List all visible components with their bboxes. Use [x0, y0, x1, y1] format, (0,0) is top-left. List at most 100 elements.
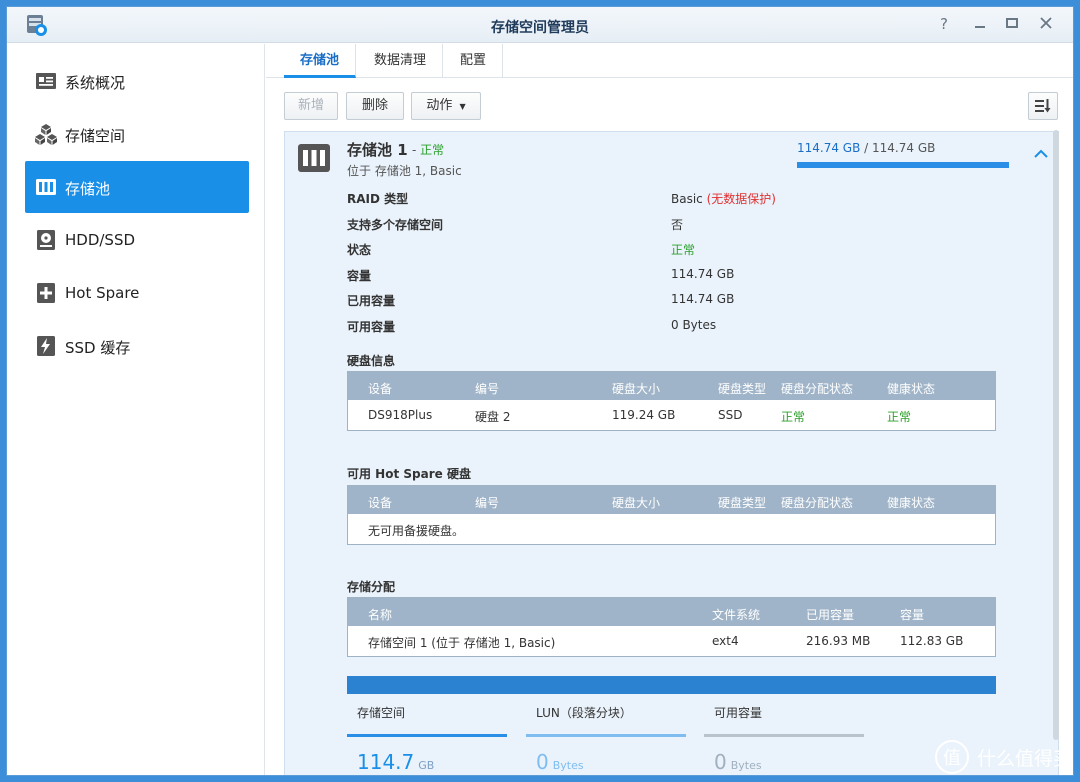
allocation-usage-bar — [347, 676, 996, 694]
minimize-icon[interactable] — [969, 13, 991, 35]
col-type[interactable]: 硬盘类型 — [718, 494, 766, 511]
sidebar-item-label: 存储空间 — [65, 127, 126, 145]
cell-filesystem: ext4 — [712, 634, 739, 648]
prop-key-status: 状态 — [347, 243, 372, 257]
sort-icon — [1035, 99, 1051, 113]
storage-manager-window: 存储空间管理员 ? 系统概况 存储空间 存储池 HDD/SSD Hot Spar… — [6, 6, 1074, 776]
ssd-cache-bolt-icon — [37, 336, 55, 356]
sidebar-item-label: SSD 缓存 — [65, 339, 131, 357]
legend-volume: 存储空间 114.7 GB — [347, 704, 507, 774]
table-header: 设备 编号 硬盘大小 硬盘类型 硬盘分配状态 健康状态 — [348, 486, 995, 514]
col-allocation[interactable]: 硬盘分配状态 — [781, 494, 853, 511]
prop-value-used-capacity: 114.74 GB — [671, 292, 735, 306]
table-row[interactable]: 存储空间 1 (位于 存储池 1, Basic) ext4 216.93 MB … — [348, 626, 995, 656]
pool-capacity-bar — [797, 162, 1009, 168]
sidebar-item-label: 存储池 — [65, 180, 111, 198]
caret-down-icon: ▼ — [459, 102, 466, 111]
vertical-scrollbar[interactable] — [1053, 130, 1059, 740]
pool-used-capacity: 114.74 GB — [797, 141, 861, 155]
maximize-icon[interactable] — [1001, 13, 1023, 35]
action-label: 动作 — [426, 98, 453, 113]
col-size[interactable]: 硬盘大小 — [612, 494, 660, 511]
sidebar-item-volume[interactable]: 存储空间 — [25, 108, 249, 160]
raid-type-value: Basic — [671, 192, 703, 206]
col-name[interactable]: 名称 — [368, 606, 392, 623]
cell-size: 119.24 GB — [612, 408, 676, 422]
sidebar-item-hdd-ssd[interactable]: HDD/SSD — [25, 214, 249, 266]
col-capacity[interactable]: 容量 — [900, 606, 924, 623]
prop-key-available-capacity: 可用容量 — [347, 320, 396, 334]
col-device[interactable]: 设备 — [368, 380, 392, 397]
new-button[interactable]: 新增 — [284, 92, 338, 120]
help-icon[interactable]: ? — [933, 13, 955, 35]
pool-capacity-summary: 114.74 GB / 114.74 GB — [797, 141, 935, 155]
watermark-text: 什么值得买 — [976, 747, 1072, 770]
pool-location: 位于 存储池 1, Basic — [347, 164, 462, 178]
pool-name: 存储池 1 — [347, 141, 408, 159]
disk-info-title: 硬盘信息 — [347, 354, 396, 368]
legend-label: 可用容量 — [714, 706, 763, 720]
main-content: 存储池 数据清理 配置 新增 删除 动作 ▼ 存储池 1 - 正常 位于 存储池… — [266, 44, 1073, 775]
legend-unit: GB — [418, 759, 435, 772]
legend-label: 存储空间 — [357, 706, 406, 720]
col-device[interactable]: 设备 — [368, 494, 392, 511]
hot-spare-plus-icon — [37, 283, 55, 303]
capacity-separator: / — [860, 141, 873, 155]
col-health[interactable]: 健康状态 — [887, 494, 935, 511]
col-number[interactable]: 编号 — [475, 380, 499, 397]
allocation-title: 存储分配 — [347, 580, 396, 594]
pool-status: - 正常 — [412, 141, 444, 158]
cell-name: 存储空间 1 (位于 存储池 1, Basic) — [368, 636, 556, 650]
tab-storage-pool[interactable]: 存储池 — [284, 44, 357, 78]
delete-button[interactable]: 删除 — [346, 92, 404, 120]
chevron-up-icon[interactable] — [1031, 146, 1051, 162]
col-size[interactable]: 硬盘大小 — [612, 380, 660, 397]
cell-used: 216.93 MB — [806, 634, 871, 648]
pool-total-capacity: 114.74 GB — [872, 141, 936, 155]
table-row[interactable]: DS918Plus 硬盘 2 119.24 GB SSD 正常 正常 — [348, 400, 995, 430]
sidebar-item-hot-spare[interactable]: Hot Spare — [25, 267, 249, 319]
watermark-logo: 值 — [934, 740, 969, 774]
storage-pool-icon — [298, 144, 330, 172]
action-dropdown-button[interactable]: 动作 ▼ — [411, 92, 481, 120]
close-icon[interactable] — [1035, 13, 1057, 35]
sidebar-item-overview[interactable]: 系统概况 — [25, 55, 249, 107]
pool-status-separator: - — [412, 143, 421, 157]
table-header: 设备 编号 硬盘大小 硬盘类型 硬盘分配状态 健康状态 — [348, 372, 995, 400]
prop-key-capacity: 容量 — [347, 269, 372, 283]
window-title: 存储空间管理员 — [491, 20, 589, 36]
col-number[interactable]: 编号 — [475, 494, 499, 511]
table-header: 名称 文件系统 已用容量 容量 — [348, 598, 995, 626]
cell-type: SSD — [718, 408, 743, 422]
sidebar-item-storage-pool[interactable]: 存储池 — [25, 161, 249, 213]
raid-type-note: (无数据保护) — [706, 192, 776, 206]
sidebar-item-ssd-cache[interactable]: SSD 缓存 — [25, 320, 249, 372]
legend-label: LUN（段落分块） — [536, 706, 632, 720]
legend-value-row: 114.7 GB — [347, 737, 507, 774]
overview-icon — [36, 73, 56, 89]
tab-data-scrubbing[interactable]: 数据清理 — [358, 44, 444, 78]
sidebar-item-label: Hot Spare — [65, 284, 140, 302]
prop-key-raid-type: RAID 类型 — [347, 192, 409, 206]
sidebar: 系统概况 存储空间 存储池 HDD/SSD Hot Spare SSD 缓存 — [7, 44, 265, 775]
sort-list-button[interactable] — [1028, 92, 1058, 120]
legend-lun: LUN（段落分块） 0 Bytes — [526, 704, 686, 774]
tab-settings[interactable]: 配置 — [444, 44, 504, 78]
legend-value-row: 0 Bytes — [704, 737, 864, 774]
col-type[interactable]: 硬盘类型 — [718, 380, 766, 397]
disk-icon — [37, 230, 55, 250]
cell-device: DS918Plus — [368, 408, 433, 422]
col-allocation[interactable]: 硬盘分配状态 — [781, 380, 853, 397]
col-used[interactable]: 已用容量 — [806, 606, 854, 623]
storage-pool-icon — [36, 179, 56, 195]
watermark: 值 什么值得买 — [934, 740, 1072, 774]
storage-pool-panel: 存储池 1 - 正常 位于 存储池 1, Basic 114.74 GB / 1… — [284, 131, 1059, 775]
disk-info-table: 设备 编号 硬盘大小 硬盘类型 硬盘分配状态 健康状态 DS918Plus 硬盘… — [347, 371, 996, 431]
sidebar-item-label: HDD/SSD — [65, 231, 136, 249]
col-filesystem[interactable]: 文件系统 — [712, 606, 760, 623]
col-health[interactable]: 健康状态 — [887, 380, 935, 397]
sidebar-item-label: 系统概况 — [65, 74, 126, 92]
prop-value-multi-volume: 否 — [671, 218, 684, 232]
hot-spare-table: 设备 编号 硬盘大小 硬盘类型 硬盘分配状态 健康状态 无可用备援硬盘。 — [347, 485, 996, 545]
legend-available: 可用容量 0 Bytes — [704, 704, 864, 774]
